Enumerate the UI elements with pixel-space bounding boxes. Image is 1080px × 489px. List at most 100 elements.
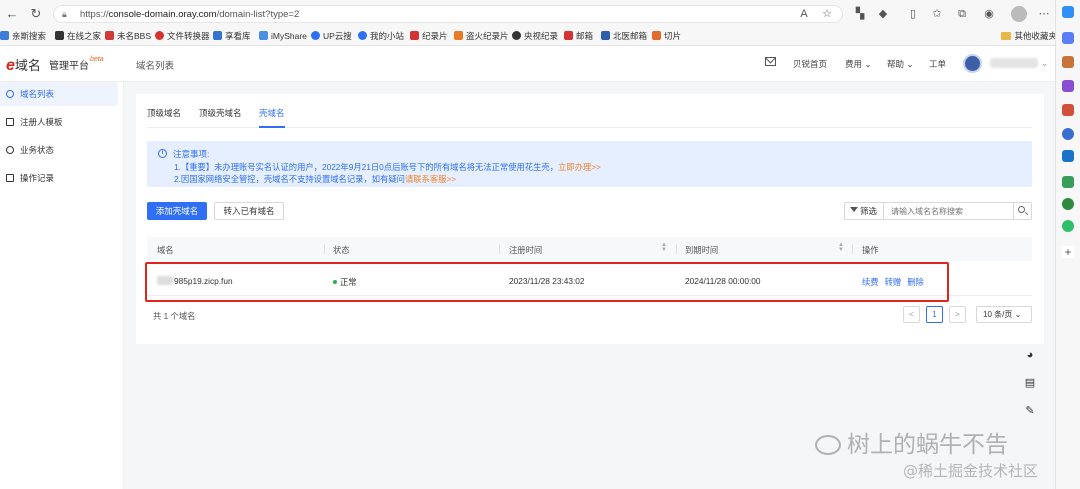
read-aloud-icon[interactable]: A [797, 7, 811, 21]
edit-icon[interactable]: ✎ [1018, 399, 1042, 423]
beta-badge: beta [90, 56, 104, 63]
nav-home-link[interactable]: 贝锐首页 [793, 58, 827, 70]
bookmark-item[interactable]: 央视纪录 [512, 29, 558, 43]
customer-service-icon[interactable]: ◕ [1018, 343, 1042, 367]
favorites-icon[interactable]: ✩ [930, 7, 944, 21]
sidebar-app-icon[interactable] [1062, 104, 1074, 116]
column-header-domain: 域名 [157, 245, 174, 255]
outlook-icon[interactable] [1062, 150, 1074, 162]
domain-search-input[interactable] [884, 202, 1014, 220]
domain-list-card: 顶级域名 顶级壳域名 壳域名 i 注意事项: 1.【重要】未办理账号实名认证的用… [136, 94, 1044, 344]
bookmark-item[interactable]: 文件转换器 [155, 29, 210, 43]
logo[interactable]: e域名 [6, 55, 41, 75]
nav-ticket-link[interactable]: 工单 [929, 58, 946, 70]
next-page-button[interactable]: > [949, 306, 966, 323]
sidebar-item-domain-list[interactable]: 域名列表 [0, 82, 118, 106]
bookmark-icon [55, 31, 64, 40]
add-icon[interactable]: + [1062, 246, 1074, 258]
annotation-highlight-box [145, 262, 949, 302]
chevron-down-icon[interactable]: ⌄ [1041, 58, 1048, 69]
bookmark-icon [454, 31, 463, 40]
split-screen-icon[interactable]: ▯ [906, 7, 920, 21]
column-divider [676, 244, 677, 254]
bookmark-item[interactable]: 我的小站 [358, 29, 404, 43]
collections-icon[interactable]: ⧉ [955, 7, 969, 21]
sidebar-app-icon[interactable] [1062, 220, 1074, 232]
bookmark-item[interactable]: UP云搜 [311, 29, 352, 43]
sidebar-item-registrant-template[interactable]: 注册人模板 [0, 110, 118, 134]
sidebar-item-business-status[interactable]: 业务状态 [0, 138, 118, 162]
filter-button[interactable]: 筛选 [844, 202, 884, 220]
lock-icon: 🔒︎ [62, 9, 67, 19]
bookmark-item[interactable]: iMyShare [259, 29, 307, 43]
bookmark-icon [652, 31, 661, 40]
sidebar-app-icon[interactable] [1062, 128, 1074, 140]
extension-icon[interactable]: ◉ [982, 7, 996, 21]
page-number-button[interactable]: 1 [926, 306, 943, 323]
import-domain-button[interactable]: 转入已有域名 [214, 202, 284, 220]
sidebar-app-icon[interactable] [1062, 32, 1074, 44]
sidebar-item-operation-log[interactable]: 操作记录 [0, 166, 118, 190]
verify-now-link[interactable]: 立即办理>> [558, 162, 601, 172]
bookmark-item[interactable]: 亲斯搜索 [0, 29, 46, 43]
address-bar[interactable]: 🔒︎ https://console-domain.oray.com/domai… [53, 5, 843, 23]
bookmarks-bar: 亲斯搜索 在线之家 未名BBS 文件转换器 享看库 iMyShare UP云搜 … [0, 28, 1080, 44]
column-header-expires[interactable]: 到期时间 [685, 244, 718, 256]
more-icon[interactable]: ⋯ [1037, 7, 1051, 21]
app-header: e域名 管理平台 beta 域名列表 贝锐首页 费用 ⌄ 帮助 ⌄ 工单 ⌄ [0, 46, 1055, 82]
tab-top-level-domain[interactable]: 顶级域名 [147, 107, 181, 119]
bookmark-item[interactable]: 纪录片 [410, 29, 448, 43]
chevron-down-icon: ⌄ [1014, 310, 1022, 319]
tab-top-level-shell-domain[interactable]: 顶级壳域名 [199, 107, 242, 119]
user-avatar[interactable] [963, 54, 982, 73]
watermark-site: @稀土掘金技术社区 [903, 462, 1039, 480]
search-button[interactable] [1014, 202, 1032, 220]
tab-active-indicator [259, 126, 285, 128]
browser-sidebar: + [1055, 0, 1080, 489]
sort-icon[interactable]: ▲ ▼ [838, 242, 844, 253]
bookmark-item[interactable]: 享看库 [213, 29, 251, 43]
add-shell-domain-button[interactable]: 添加壳域名 [147, 202, 207, 220]
sidebar-app-icon[interactable] [1062, 176, 1074, 188]
extension-icon[interactable]: ◆ [876, 7, 890, 21]
other-bookmarks-folder[interactable]: 其他收藏夹 [1001, 29, 1057, 43]
wechat-icon [815, 435, 841, 455]
nav-fees-menu[interactable]: 费用 ⌄ [845, 58, 872, 70]
back-icon[interactable]: ← [4, 6, 20, 22]
tab-shell-domain[interactable]: 壳域名 [259, 107, 285, 119]
log-icon [6, 174, 14, 182]
sidebar-app-icon[interactable] [1062, 56, 1074, 68]
tree-icon[interactable] [1062, 198, 1074, 210]
bookmark-item[interactable]: 北医邮箱 [601, 29, 647, 43]
watermark-author: 树上的蜗牛不告 [815, 425, 1008, 459]
extension-icon[interactable]: ▚ [853, 7, 867, 21]
bookmark-item[interactable]: 切片 [652, 29, 681, 43]
bookmark-icon [601, 31, 610, 40]
bookmark-item[interactable]: 在线之家 [55, 29, 101, 43]
contact-support-link[interactable]: 请联系客服>> [405, 174, 456, 184]
nav-help-menu[interactable]: 帮助 ⌄ [887, 58, 914, 70]
user-name[interactable] [990, 58, 1038, 68]
column-header-status: 状态 [333, 245, 350, 255]
copilot-icon[interactable] [1062, 6, 1074, 18]
profile-avatar[interactable] [1011, 6, 1027, 22]
bookmark-item[interactable]: 邮箱 [564, 29, 593, 43]
notice-line-1: 1.【重要】未办理账号实名认证的用户，2022年9月21日0点后账号下的所有域名… [174, 162, 601, 172]
filter-icon [850, 207, 858, 212]
platform-label: 管理平台 [49, 61, 89, 72]
mail-icon[interactable] [765, 57, 776, 66]
sort-icon[interactable]: ▲ ▼ [661, 242, 667, 253]
sidebar-app-icon[interactable] [1062, 80, 1074, 92]
column-header-registered[interactable]: 注册时间 [509, 244, 542, 256]
bookmark-item[interactable]: 未名BBS [105, 29, 151, 43]
prev-page-button[interactable]: < [903, 306, 920, 323]
notice-banner: i 注意事项: 1.【重要】未办理账号实名认证的用户，2022年9月21日0点后… [147, 141, 1032, 187]
refresh-icon[interactable]: ↻ [28, 6, 44, 22]
bookmark-item[interactable]: 盗火纪录片 [454, 29, 509, 43]
globe-icon [6, 90, 14, 98]
favorite-star-icon[interactable]: ☆ [820, 7, 834, 21]
chevron-down-icon: ⌄ [906, 59, 914, 69]
chevron-down-icon: ⌄ [864, 59, 872, 69]
document-icon[interactable]: ▤ [1018, 371, 1042, 395]
page-size-select[interactable]: 10 条/页 ⌄ [976, 306, 1032, 323]
